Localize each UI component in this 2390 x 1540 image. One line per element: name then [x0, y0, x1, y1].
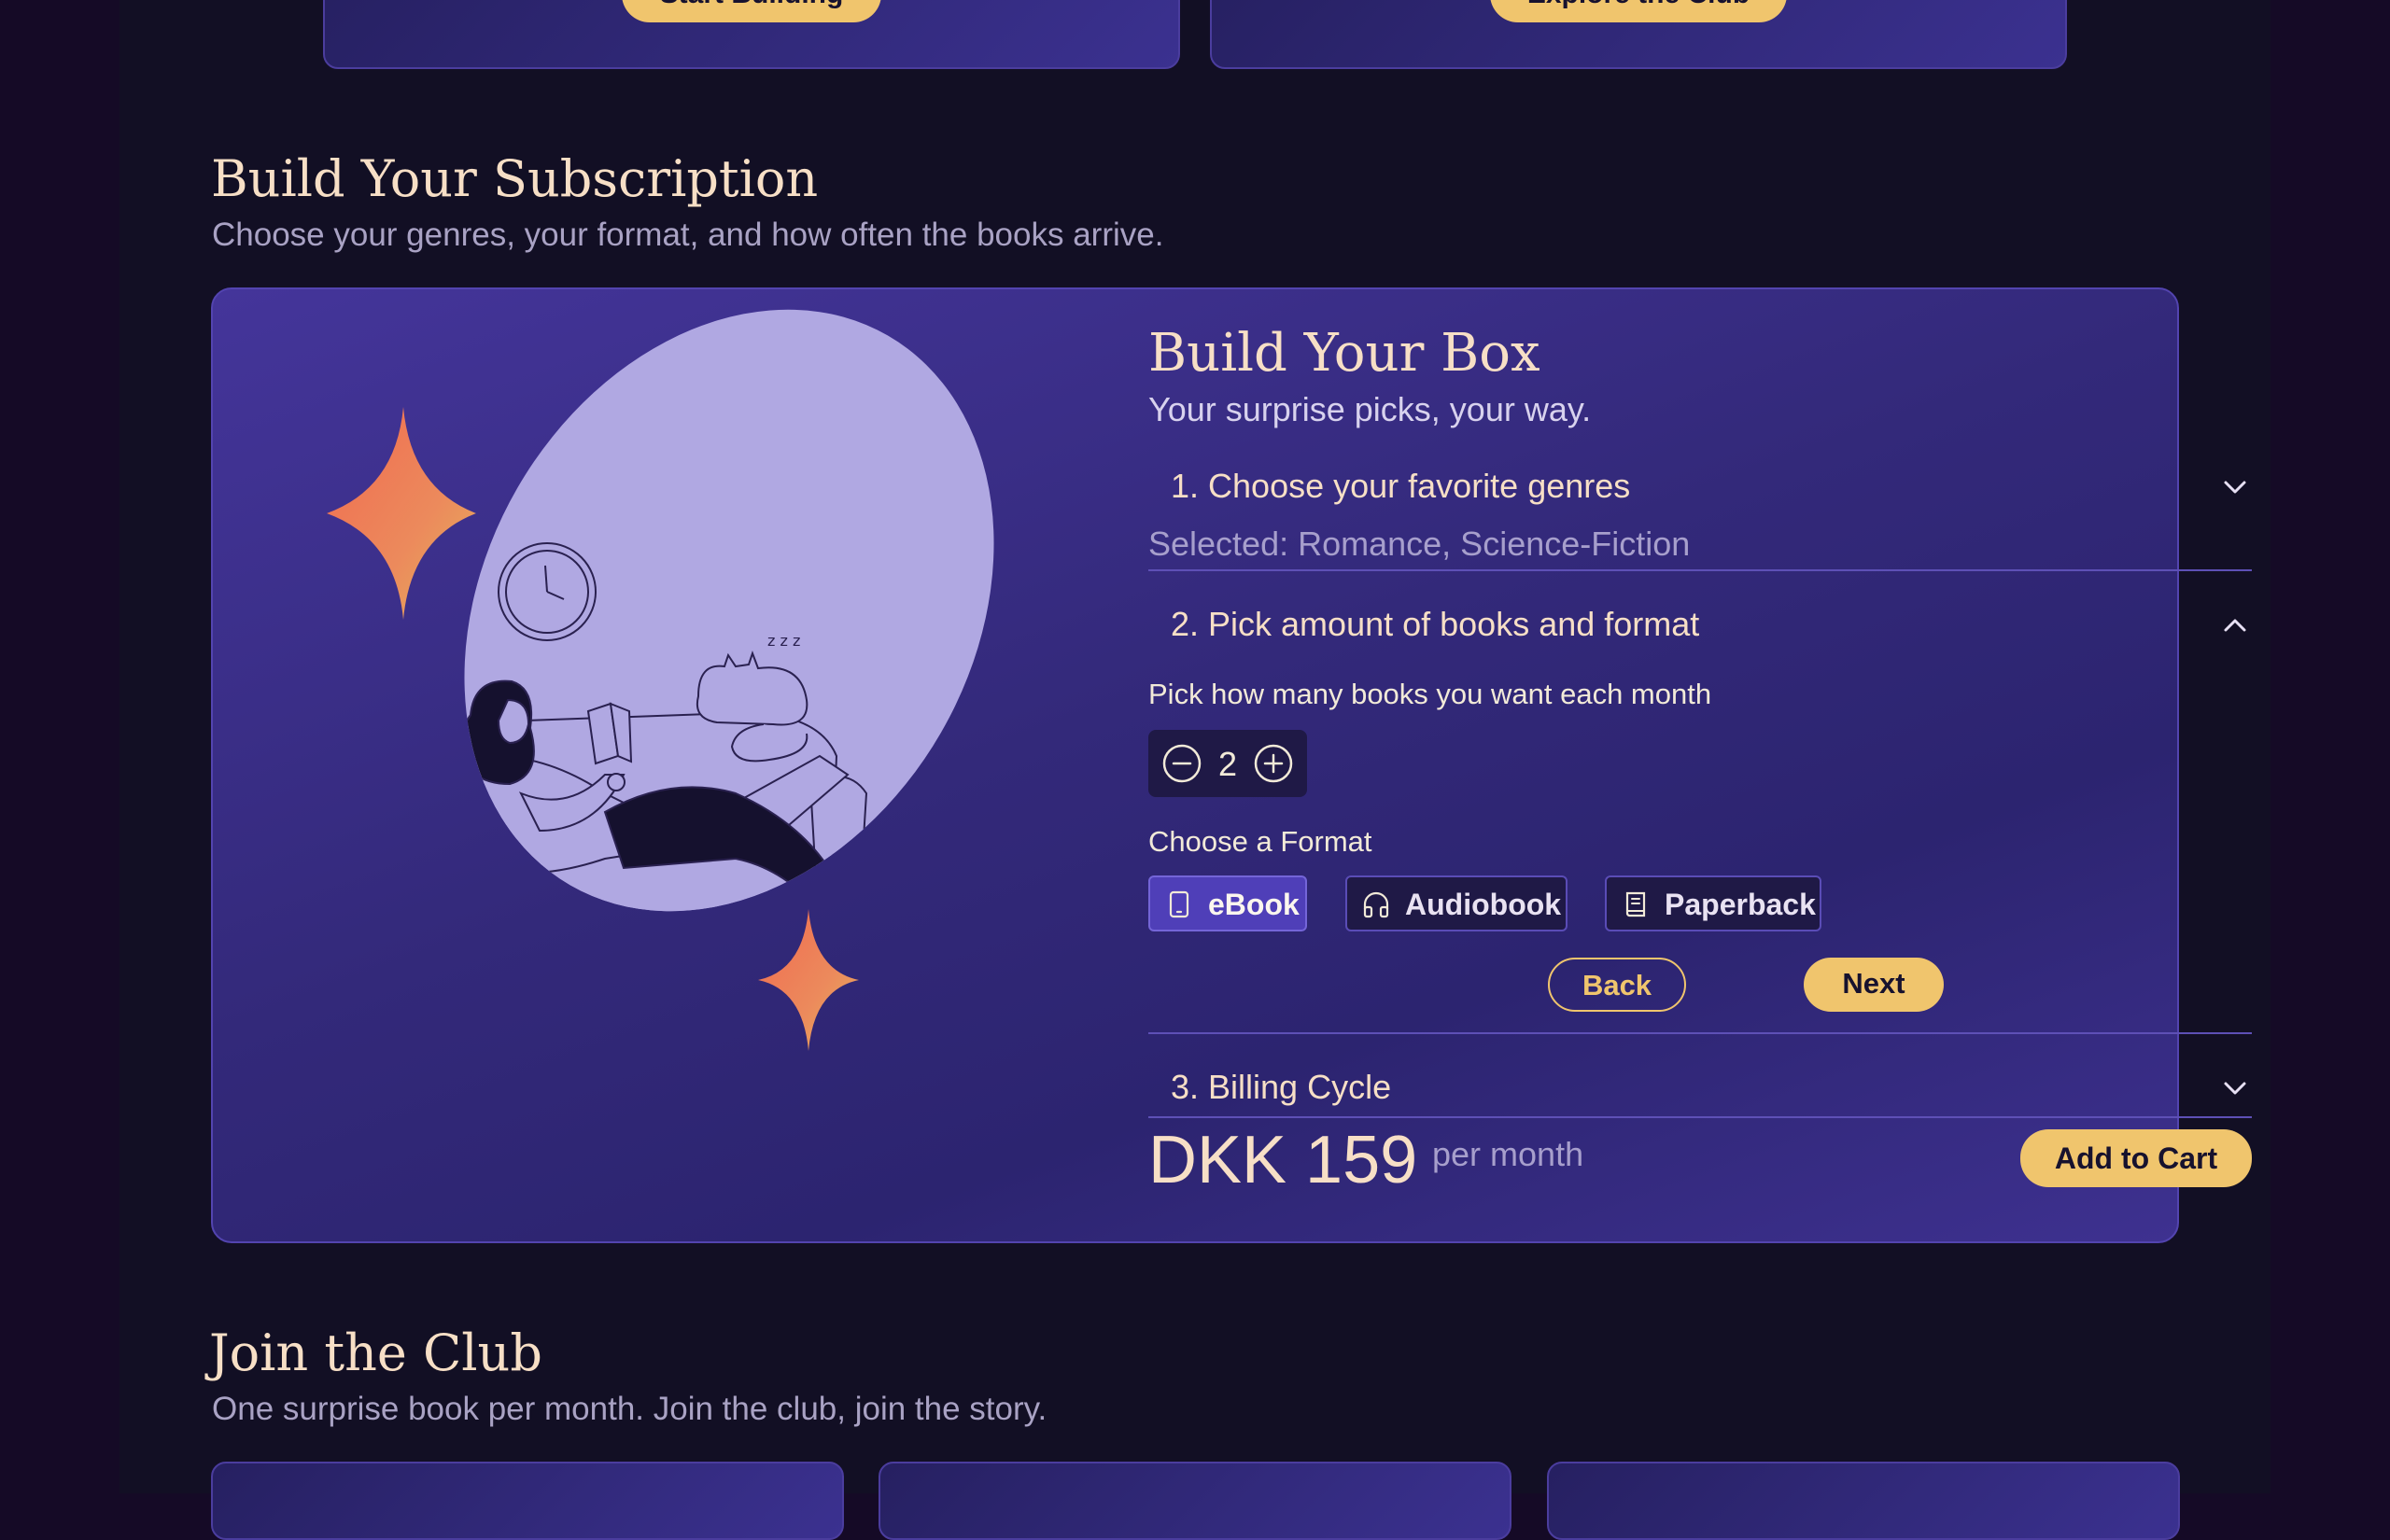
step-divider: [1148, 569, 2252, 571]
quantity-stepper: 2: [1148, 730, 1307, 797]
format-option-label: eBook: [1208, 888, 1300, 921]
increment-button[interactable]: [1253, 743, 1294, 784]
top-card-left: Start Building: [323, 0, 1180, 69]
club-section-title: Join the Club: [209, 1323, 542, 1382]
amount-label: Pick how many books you want each month: [1148, 678, 1712, 710]
format-option-label: Paperback: [1665, 888, 1816, 921]
step-divider: [1148, 1116, 2252, 1118]
sparkle-small-icon: [758, 909, 859, 1051]
start-building-button[interactable]: Start Building: [622, 0, 881, 22]
format-label: Choose a Format: [1148, 825, 1372, 858]
svg-text:z z z: z z z: [767, 632, 800, 650]
price-amount: DKK 159: [1148, 1123, 1418, 1197]
format-option-audiobook[interactable]: Audiobook: [1345, 875, 1568, 931]
subscription-section-subtitle: Choose your genres, your format, and how…: [212, 217, 1164, 253]
subscription-builder-panel: z z z Build Your Box Your surprise picks…: [211, 287, 2252, 1243]
sparkle-large-icon: [327, 407, 476, 620]
explore-club-button[interactable]: Explore the Club: [1490, 0, 1787, 22]
box-title: Build Your Box: [1148, 323, 1540, 384]
top-card-right: Explore the Club: [1210, 0, 2067, 69]
subscription-section-title: Build Your Subscription: [211, 149, 819, 208]
add-to-cart-button[interactable]: Add to Cart: [2020, 1129, 2252, 1187]
reading-woman-illustration: z z z: [327, 309, 994, 1051]
format-option-paperback[interactable]: Paperback: [1605, 875, 1821, 931]
back-button[interactable]: Back: [1548, 958, 1686, 1012]
club-card: [1547, 1462, 2180, 1540]
format-option-label: Audiobook: [1405, 888, 1562, 921]
step-amount-format-label: 2. Pick amount of books and format: [1171, 605, 1700, 643]
club-section-subtitle: One surprise book per month. Join the cl…: [212, 1391, 1047, 1427]
next-button[interactable]: Next: [1804, 958, 1944, 1012]
page-container: Start Building Explore the Club Build Yo…: [120, 0, 2270, 1540]
chevron-down-icon: [2224, 481, 2246, 494]
club-card: [211, 1462, 844, 1540]
price-period: per month: [1432, 1135, 1584, 1173]
chevron-down-icon: [2224, 1082, 2246, 1095]
club-card: [879, 1462, 1511, 1540]
step-genres-header[interactable]: 1. Choose your favorite genres: [1148, 457, 2252, 513]
step-divider: [1148, 1032, 2252, 1034]
tablet-icon: [1169, 890, 1189, 918]
chevron-up-icon: [2224, 619, 2246, 632]
headphones-icon: [1363, 891, 1389, 918]
step-amount-format-header[interactable]: 2. Pick amount of books and format: [1148, 595, 2252, 651]
step-billing-header[interactable]: 3. Billing Cycle: [1148, 1058, 2252, 1114]
step-genres-label: 1. Choose your favorite genres: [1171, 467, 1631, 505]
book-icon: [1625, 891, 1646, 917]
selected-genres-text: Selected: Romance, Science-Fiction: [1148, 525, 1691, 563]
box-subtitle: Your surprise picks, your way.: [1148, 390, 1592, 428]
format-option-ebook[interactable]: eBook: [1148, 875, 1307, 931]
step-billing-label: 3. Billing Cycle: [1171, 1068, 1392, 1106]
